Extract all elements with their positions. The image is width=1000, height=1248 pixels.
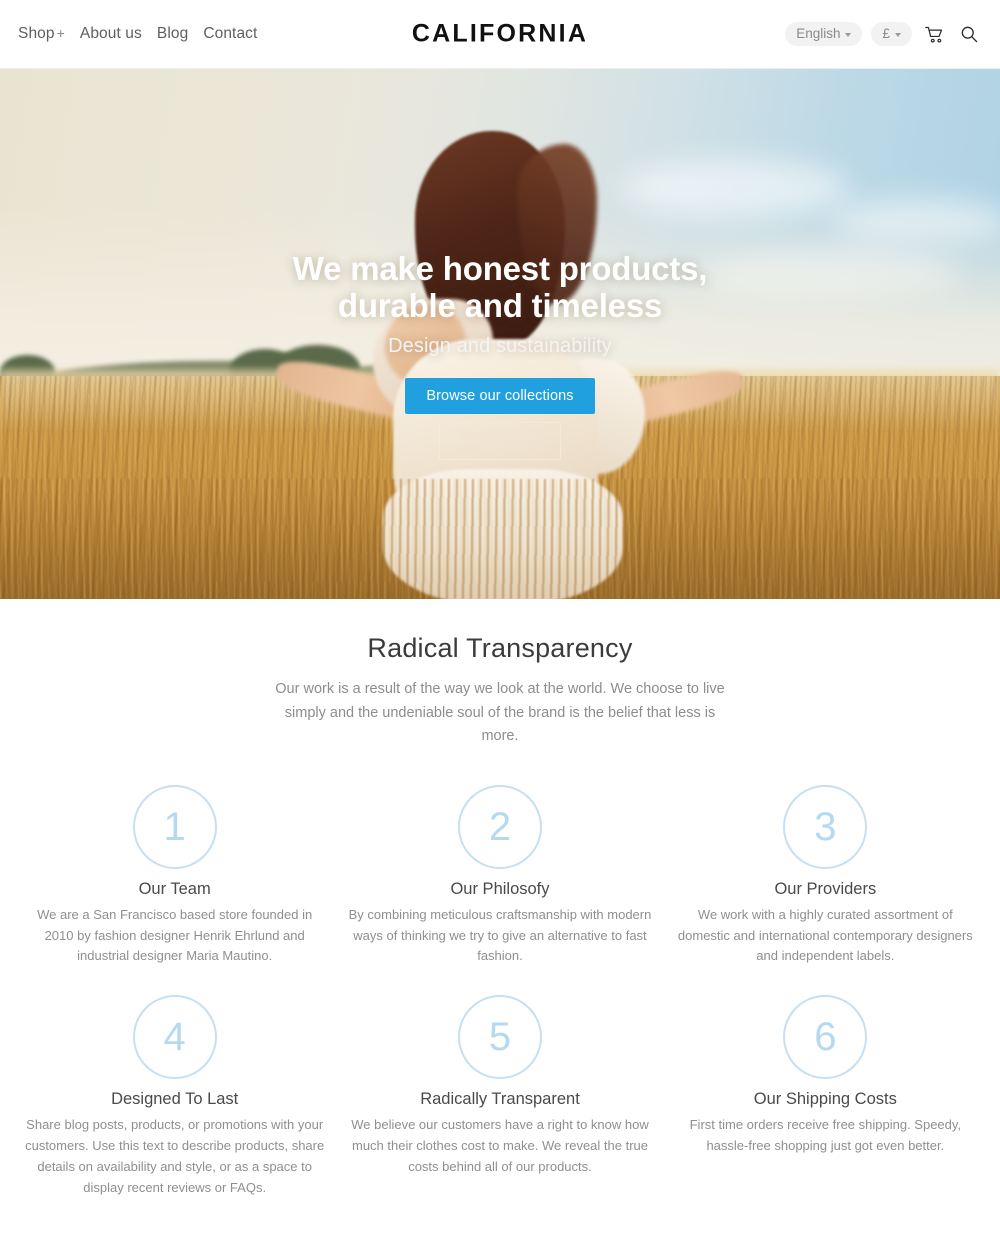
- shop-plus-icon: +: [56, 25, 65, 42]
- nav-label-shop: Shop: [18, 25, 55, 43]
- hero-title: We make honest products, durable and tim…: [0, 250, 1000, 325]
- feature-number-circle: 6: [783, 995, 868, 1080]
- feature-text: We work with a highly curated assortment…: [677, 906, 973, 964]
- radical-transparency-section: Radical Transparency Our work is a resul…: [0, 599, 1000, 1199]
- header-utilities: English £: [785, 21, 982, 47]
- search-icon: [959, 24, 979, 44]
- hero-foreground-grass: [0, 479, 1000, 599]
- feature-title: Our Philosofy: [450, 879, 550, 898]
- nav-item-shop[interactable]: Shop +: [18, 26, 65, 42]
- hero-subtitle: Design and sustainability: [388, 334, 612, 357]
- hero-banner: We make honest products, durable and tim…: [0, 69, 1000, 599]
- nav-item-about-us[interactable]: About us: [80, 26, 142, 42]
- feature-item-our-philosofy: 2 Our Philosofy By combining meticulous …: [337, 784, 662, 967]
- feature-title: Our Providers: [774, 879, 877, 898]
- feature-text: Share blog posts, products, or promotion…: [25, 1117, 325, 1195]
- language-selector-label: English: [796, 26, 841, 42]
- feature-item-radically-transparent: 5 Radically Transparent We believe our c…: [337, 995, 662, 1198]
- feature-item-our-providers: 3 Our Providers We work with a highly cu…: [663, 784, 988, 967]
- feature-number-circle: 4: [132, 995, 217, 1080]
- hero-title-line-2: durable and timeless: [337, 286, 663, 324]
- feature-number-circle: 1: [132, 784, 217, 869]
- nav-item-blog[interactable]: Blog: [157, 26, 188, 42]
- site-header: Shop + About us Blog Contact CALIFORNIA E…: [0, 0, 1000, 69]
- feature-title: Our Shipping Costs: [753, 1090, 897, 1109]
- section-description: Our work is a result of the way we look …: [275, 681, 725, 745]
- cart-button[interactable]: [921, 21, 947, 47]
- feature-grid: 1 Our Team We are a San Francisco based …: [0, 784, 1000, 1199]
- brand-logo[interactable]: CALIFORNIA: [412, 20, 588, 49]
- hero-content: We make honest products, durable and tim…: [0, 250, 1000, 460]
- shopping-cart-icon: [924, 24, 945, 45]
- feature-title: Our Team: [138, 879, 211, 898]
- section-title: Radical Transparency: [367, 633, 633, 663]
- browse-collections-button[interactable]: Browse our collections: [405, 377, 595, 414]
- language-selector[interactable]: English: [785, 22, 863, 46]
- feature-number-circle: 2: [457, 784, 542, 869]
- section-header: Radical Transparency Our work is a resul…: [0, 599, 1000, 749]
- feature-item-designed-to-last: 4 Designed To Last Share blog posts, pro…: [12, 995, 337, 1198]
- chevron-down-icon: [845, 32, 852, 37]
- feature-number-circle: 3: [783, 784, 868, 869]
- currency-selector-label: £: [882, 26, 890, 42]
- feature-text: We are a San Francisco based store found…: [37, 906, 313, 964]
- feature-text: First time orders receive free shipping.…: [689, 1117, 962, 1154]
- chevron-down-icon: [895, 32, 901, 37]
- feature-text: By combining meticulous craftsmanship wi…: [348, 906, 652, 964]
- feature-item-our-team: 1 Our Team We are a San Francisco based …: [12, 784, 337, 967]
- nav-item-contact[interactable]: Contact: [203, 26, 257, 42]
- feature-title: Designed To Last: [111, 1090, 239, 1109]
- feature-text: We believe our customers have a right to…: [351, 1117, 649, 1174]
- feature-title: Radically Transparent: [420, 1090, 580, 1109]
- feature-item-our-shipping-costs: 6 Our Shipping Costs First time orders r…: [663, 995, 988, 1198]
- currency-selector[interactable]: £: [871, 22, 912, 46]
- primary-navigation: Shop + About us Blog Contact: [18, 26, 257, 42]
- search-button[interactable]: [956, 21, 982, 47]
- feature-number-circle: 5: [457, 995, 542, 1080]
- hero-title-line-1: We make honest products,: [292, 250, 708, 287]
- what-makes-us-different-button[interactable]: What makes us different?: [439, 421, 561, 460]
